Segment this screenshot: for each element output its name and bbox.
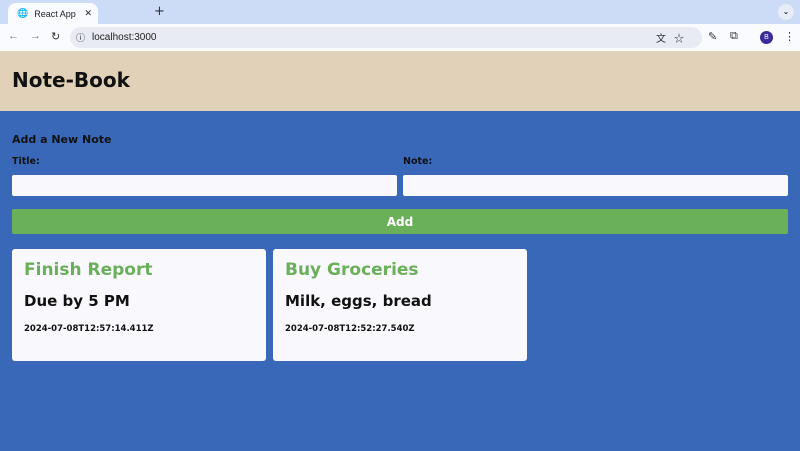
title-label: Title:: [12, 156, 40, 167]
tab-strip: 🌐 React App ✕ + ⌄: [0, 0, 800, 24]
globe-icon: 🌐: [17, 8, 29, 18]
bookmark-star-icon[interactable]: ☆: [674, 34, 692, 45]
note-card: Finish Report Due by 5 PM 2024-07-08T12:…: [12, 249, 266, 361]
reload-icon[interactable]: ↻: [51, 30, 60, 43]
note-label: Note:: [403, 156, 433, 167]
note-timestamp: 2024-07-08T12:52:27.540Z: [285, 324, 415, 334]
profile-avatar[interactable]: B: [760, 31, 773, 44]
tab-title: React App: [34, 8, 76, 19]
title-input[interactable]: [12, 175, 397, 196]
browser-toolbar: ← → ↻ ⓘ localhost:3000 文☆ ✎ ⧉ B ⋮: [0, 24, 800, 51]
note-title: Buy Groceries: [285, 260, 419, 280]
close-tab-icon[interactable]: ✕: [84, 8, 92, 19]
form-heading: Add a New Note: [12, 133, 112, 146]
site-info-icon[interactable]: ⓘ: [76, 31, 85, 44]
url-text: localhost:3000: [92, 32, 157, 43]
note-card: Buy Groceries Milk, eggs, bread 2024-07-…: [273, 249, 527, 361]
note-content: Milk, eggs, bread: [285, 292, 432, 310]
address-bar[interactable]: ⓘ localhost:3000 文☆: [70, 27, 702, 48]
translate-icon[interactable]: 文: [656, 34, 674, 45]
note-content: Due by 5 PM: [24, 292, 130, 310]
tab-react-app[interactable]: 🌐 React App ✕: [8, 3, 98, 24]
eyedropper-icon[interactable]: ✎: [708, 30, 717, 43]
menu-icon[interactable]: ⋮: [784, 30, 795, 43]
tab-search-chevron-icon[interactable]: ⌄: [778, 4, 794, 20]
forward-icon[interactable]: →: [30, 30, 41, 42]
note-title: Finish Report: [24, 260, 153, 280]
app-title: Note-Book: [12, 68, 130, 92]
new-tab-icon[interactable]: +: [154, 4, 165, 19]
note-input[interactable]: [403, 175, 788, 196]
add-button[interactable]: Add: [12, 209, 788, 234]
note-timestamp: 2024-07-08T12:57:14.411Z: [24, 324, 154, 334]
back-icon[interactable]: ←: [8, 30, 19, 42]
app-header: Note-Book: [0, 51, 800, 111]
extensions-icon[interactable]: ⧉: [730, 30, 738, 43]
